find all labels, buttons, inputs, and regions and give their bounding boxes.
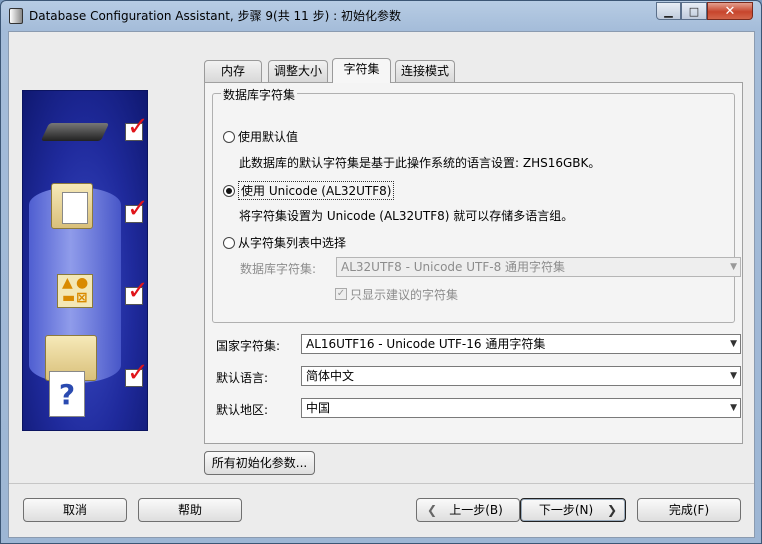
chevron-down-icon: ▼ bbox=[730, 371, 737, 381]
memory-chip-icon bbox=[40, 123, 110, 141]
national-charset-select[interactable]: AL16UTF16 - Unicode UTF-16 通用字符集 ▼ bbox=[301, 334, 741, 354]
next-button[interactable]: 下一步(N) ❯ bbox=[520, 498, 626, 522]
group-legend: 数据库字符集 bbox=[221, 86, 298, 103]
minimize-icon: ▁ bbox=[664, 4, 673, 18]
dbca-window: Database Configuration Assistant, 步骤 9(共… bbox=[0, 0, 762, 544]
help-document-icon: ? bbox=[49, 371, 85, 417]
default-territory-select[interactable]: 中国 ▼ bbox=[301, 398, 741, 418]
show-recommended-label: 只显示建议的字符集 bbox=[350, 288, 459, 302]
db-charset-label: 数据库字符集: bbox=[240, 262, 317, 276]
default-language-label: 默认语言: bbox=[216, 371, 269, 385]
national-charset-label: 国家字符集: bbox=[216, 339, 281, 353]
minimize-button[interactable]: ▁ bbox=[656, 2, 681, 20]
tab-connection-mode[interactable]: 连接模式 bbox=[395, 60, 455, 82]
chevron-down-icon: ▼ bbox=[730, 262, 737, 272]
chevron-left-icon: ❮ bbox=[427, 503, 438, 517]
tab-sizing[interactable]: 调整大小 bbox=[268, 60, 328, 82]
step-check-icon bbox=[125, 114, 149, 141]
all-init-params-button[interactable]: 所有初始化参数... bbox=[204, 451, 315, 475]
radio-button[interactable] bbox=[223, 236, 235, 249]
cancel-button[interactable]: 取消 bbox=[23, 498, 127, 522]
database-charset-group: 数据库字符集 使用默认值 此数据库的默认字符集是基于此操作系统的语言设置: ZH… bbox=[212, 86, 741, 323]
step-check-icon bbox=[125, 278, 149, 305]
radio-use-unicode[interactable]: 使用 Unicode (AL32UTF8) bbox=[223, 181, 395, 200]
title-bar: Database Configuration Assistant, 步骤 9(共… bbox=[1, 1, 761, 31]
radio-use-default[interactable]: 使用默认值 bbox=[223, 128, 298, 145]
step-check-icon bbox=[125, 196, 149, 223]
tab-character-sets[interactable]: 字符集 bbox=[332, 58, 391, 83]
window-title: Database Configuration Assistant, 步骤 9(共… bbox=[29, 9, 401, 23]
close-icon: ✕ bbox=[724, 3, 736, 19]
chevron-down-icon: ▼ bbox=[730, 403, 737, 413]
radio-choose-from-list[interactable]: 从字符集列表中选择 bbox=[223, 234, 346, 251]
dialog-client-area: ▲● ▬⊠ ? 内存 调整大小 字符集 连接模式 数据库字符集 使用默认值 此数… bbox=[8, 31, 755, 538]
close-button[interactable]: ✕ bbox=[707, 2, 753, 20]
radio-button-selected[interactable] bbox=[223, 184, 235, 197]
shapes-tile-icon: ▲ ● ▬ ⊠ bbox=[57, 274, 93, 308]
divider bbox=[9, 483, 754, 484]
tab-memory[interactable]: 内存 bbox=[204, 60, 262, 82]
character-sets-panel: 数据库字符集 使用默认值 此数据库的默认字符集是基于此操作系统的语言设置: ZH… bbox=[204, 82, 743, 444]
maximize-button[interactable]: □ bbox=[681, 2, 707, 20]
maximize-icon: □ bbox=[688, 4, 700, 18]
app-icon bbox=[9, 8, 23, 24]
folder-documents-icon bbox=[51, 183, 93, 229]
chevron-down-icon: ▼ bbox=[730, 339, 737, 349]
unicode-description: 将字符集设置为 Unicode (AL32UTF8) 就可以存储多语言组。 bbox=[239, 209, 574, 223]
back-button[interactable]: ❮ 上一步(B) bbox=[416, 498, 520, 522]
finish-button[interactable]: 完成(F) bbox=[637, 498, 741, 522]
radio-button[interactable] bbox=[223, 130, 235, 143]
default-language-select[interactable]: 简体中文 ▼ bbox=[301, 366, 741, 386]
default-territory-label: 默认地区: bbox=[216, 403, 269, 417]
default-description: 此数据库的默认字符集是基于此操作系统的语言设置: ZHS16GBK。 bbox=[239, 156, 601, 170]
wizard-illustration: ▲● ▬⊠ ? bbox=[22, 90, 149, 431]
help-button[interactable]: 帮助 bbox=[138, 498, 242, 522]
show-recommended-checkbox[interactable]: ✓ bbox=[335, 288, 347, 300]
chevron-right-icon: ❯ bbox=[606, 503, 617, 517]
step-check-icon bbox=[125, 360, 149, 387]
db-charset-select[interactable]: AL32UTF8 - Unicode UTF-8 通用字符集 ▼ bbox=[336, 257, 741, 277]
